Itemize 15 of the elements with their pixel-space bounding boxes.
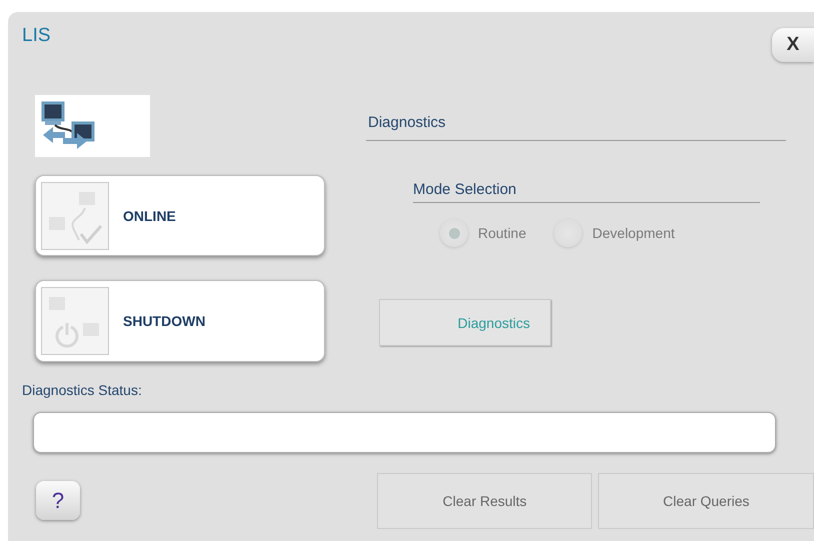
status-label: Diagnostics Status: — [22, 382, 142, 398]
close-button[interactable]: X — [772, 28, 814, 62]
clear-results-button[interactable]: Clear Results — [376, 473, 592, 529]
help-button[interactable]: ? — [36, 481, 80, 520]
network-check-icon — [41, 182, 109, 250]
subsection-title: Mode Selection — [413, 181, 516, 200]
section-title: Diagnostics — [368, 113, 446, 133]
shutdown-button[interactable]: SHUTDOWN — [35, 280, 325, 362]
radio-label: Routine — [478, 225, 526, 241]
clear-queries-button[interactable]: Clear Queries — [598, 473, 814, 529]
radio-label: Development — [592, 225, 675, 241]
window-title: LIS — [22, 25, 51, 47]
power-network-icon — [41, 287, 109, 356]
online-button[interactable]: ONLINE — [35, 174, 325, 256]
status-field[interactable] — [33, 412, 776, 453]
